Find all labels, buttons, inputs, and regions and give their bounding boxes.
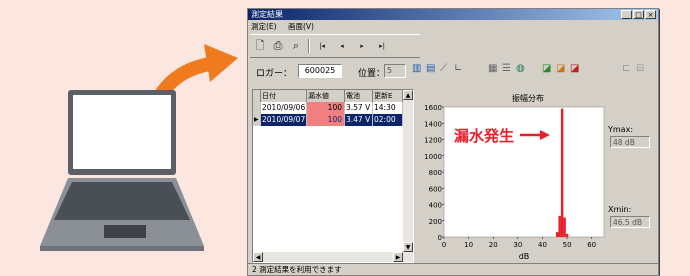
xmin-label: Xmin:: [608, 205, 632, 214]
xmin-field: 46.5 dB: [610, 216, 650, 228]
results-table: 日付 漏水値 電池 更新E 2010/09/06 100 3.57 V 14:3…: [252, 89, 414, 263]
zoom-in-icon[interactable]: ⊟: [636, 61, 644, 77]
laptop-illustration: [40, 44, 238, 251]
vertical-scrollbar[interactable]: ▲ ▼: [403, 90, 413, 262]
toolbar: 🗋 ⎙ ⌕ |◂ ◂ ▸ ▸|: [250, 34, 420, 58]
y-tick-label: 400: [429, 202, 442, 210]
histogram-icon[interactable]: ▤: [426, 61, 435, 77]
y-tick-label: 1600: [424, 104, 442, 112]
scroll-left-button[interactable]: ◀: [253, 252, 263, 262]
table-row[interactable]: 2010/09/06 100 3.57 V 14:30: [253, 102, 413, 114]
y-tick-label: 800: [429, 169, 442, 177]
chart-toolbar: ▥ ▤ ⟋ ∟ ▦ ☰ ◍ ◪ ◪ ◪ ⊏ ⊟: [412, 61, 650, 77]
y-tick-label: 1400: [424, 120, 442, 128]
position-field: 5: [384, 64, 406, 78]
minimize-button[interactable]: _: [621, 10, 632, 19]
menu-bar: 測定(E) 画面(V): [248, 21, 658, 32]
bar-chart-icon[interactable]: ▥: [412, 61, 421, 77]
cell-update: 14:30: [373, 102, 403, 114]
x-tick-label: 0: [442, 241, 446, 249]
status-text: 2 測定結果を利用できます: [252, 265, 342, 274]
cell-leak: 100: [307, 102, 345, 114]
x-tick-label: 20: [489, 241, 498, 249]
histogram-bar: [556, 232, 559, 237]
cell-date: 2010/09/06: [262, 102, 307, 114]
horizontal-scrollbar[interactable]: ◀ ▶: [253, 252, 403, 262]
cell-date: 2010/09/07: [262, 114, 307, 126]
cell-battery: 3.57 V: [345, 102, 373, 114]
window-title: 測定結果: [251, 10, 283, 19]
line-chart-icon[interactable]: ⟋: [440, 61, 447, 77]
leak-annotation: 漏水発生: [454, 127, 514, 145]
x-tick-label: 50: [563, 241, 572, 249]
histogram-bar: [565, 233, 569, 237]
scene: 測定結果 _ □ × 測定(E) 画面(V) 🗋 ⎙ ⌕ |◂ ◂ ▸ ▸| ロ…: [0, 0, 690, 276]
table-header: 日付 漏水値 電池 更新E: [253, 90, 413, 102]
amplitude-chart-panel: 振幅分布 0 200 400 600 800 1000 1200 1400 1600 0 10 20…: [416, 91, 654, 263]
close-button[interactable]: ×: [645, 10, 656, 19]
zoom-out-icon[interactable]: ⊏: [622, 61, 630, 77]
col-update[interactable]: 更新E: [373, 90, 403, 102]
col-leak[interactable]: 漏水値: [307, 90, 345, 102]
report-red-icon[interactable]: ◪: [570, 61, 579, 77]
scroll-down-button[interactable]: ▼: [403, 242, 413, 252]
scroll-right-button[interactable]: ▶: [393, 252, 403, 262]
chart-title: 振幅分布: [512, 93, 544, 103]
amplitude-chart: 振幅分布 02004006008001000120014001600 0 10 20…: [424, 93, 605, 261]
logger-label: ロガー：: [256, 69, 293, 79]
prev-icon[interactable]: ◂: [334, 39, 350, 53]
report-orange-icon[interactable]: ◪: [556, 61, 565, 77]
histogram-bar: [560, 108, 564, 237]
maximize-button[interactable]: □: [633, 10, 644, 19]
col-battery[interactable]: 電池: [345, 90, 373, 102]
export-icon[interactable]: ◍: [516, 61, 525, 77]
x-tick-label: 10: [464, 241, 473, 249]
y-tick-label: 1200: [424, 137, 442, 145]
axis-icon[interactable]: ∟: [454, 61, 462, 77]
report-green-icon[interactable]: ◪: [542, 61, 551, 77]
cell-battery: 3.47 V: [345, 114, 373, 126]
x-tick-label: 30: [513, 241, 522, 249]
menu-measure[interactable]: 測定(E): [251, 22, 277, 31]
y-tick-label: 200: [429, 218, 442, 226]
x-axis-label: dB: [519, 252, 530, 261]
col-date[interactable]: 日付: [261, 90, 307, 102]
histogram-bar: [563, 217, 566, 237]
scroll-up-button[interactable]: ▲: [403, 90, 413, 100]
menu-view[interactable]: 画面(V): [288, 22, 314, 31]
x-tick-label: 60: [587, 241, 596, 249]
grid-icon[interactable]: ▦: [488, 61, 497, 77]
print-preview-icon[interactable]: 🗋: [252, 39, 268, 53]
position-label: 位置：: [358, 69, 386, 79]
title-bar[interactable]: 測定結果 _ □ ×: [248, 9, 658, 20]
arrow-head-icon: [204, 44, 238, 82]
y-tick-label: 600: [429, 185, 442, 193]
cell-update: 02:00: [373, 114, 403, 126]
cell-leak: 100: [307, 114, 345, 126]
ymax-field: 48 dB: [610, 136, 650, 148]
next-icon[interactable]: ▸: [354, 39, 370, 53]
ymax-label: Ymax:: [608, 125, 634, 134]
y-tick-label: 1000: [424, 153, 442, 161]
measurement-window: 測定結果 _ □ × 測定(E) 画面(V) 🗋 ⎙ ⌕ |◂ ◂ ▸ ▸| ロ…: [247, 8, 659, 276]
print-icon[interactable]: ⎙: [270, 39, 286, 53]
row-pointer-icon: ▶: [253, 114, 261, 126]
last-icon[interactable]: ▸|: [374, 39, 390, 53]
status-bar: 2 測定結果を利用できます: [248, 263, 658, 275]
logger-id-field[interactable]: 600025: [298, 64, 342, 78]
table-row-selected[interactable]: ▶ 2010/09/07 100 3.47 V 02:00: [253, 114, 413, 126]
first-icon[interactable]: |◂: [314, 39, 330, 53]
x-tick-label: 40: [538, 241, 547, 249]
search-icon[interactable]: ⌕: [288, 39, 304, 53]
table-icon[interactable]: ☰: [502, 61, 511, 77]
histogram-bar: [558, 215, 561, 237]
